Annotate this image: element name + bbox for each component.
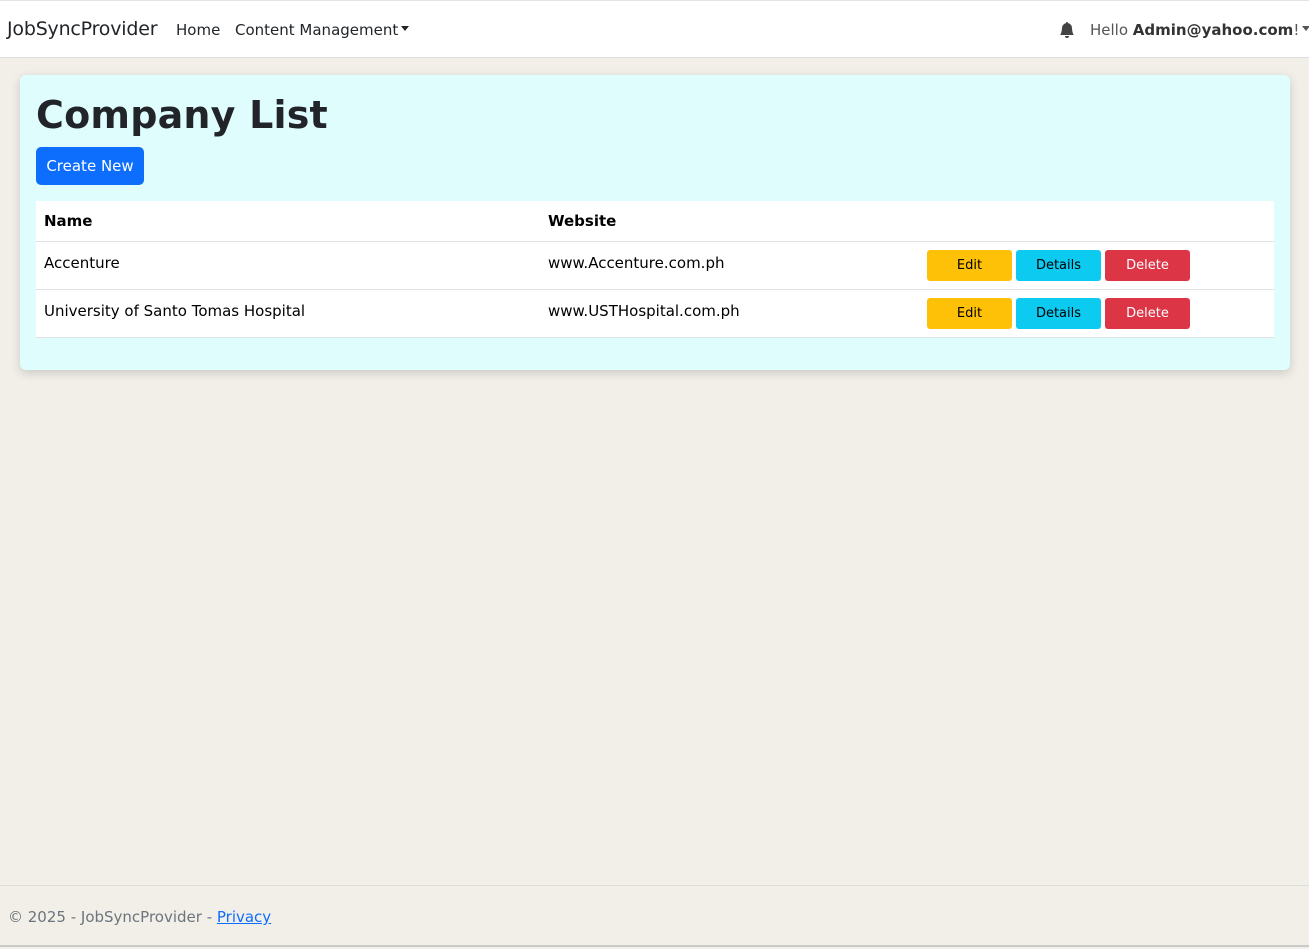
column-header-website: Website: [548, 212, 617, 230]
edit-button[interactable]: Edit: [927, 298, 1012, 329]
company-website-cell: www.Accenture.com.ph: [548, 254, 725, 272]
table-row: Accenture www.Accenture.com.ph Edit Deta…: [36, 242, 1274, 290]
page-footer: © 2025 - JobSyncProvider - Privacy: [0, 885, 1309, 947]
company-list-card: Company List Create New Name Website Acc…: [20, 75, 1290, 370]
copyright-text: © 2025 - JobSyncProvider -: [8, 908, 217, 926]
details-button[interactable]: Details: [1016, 250, 1101, 281]
chevron-down-icon: [1302, 26, 1309, 31]
row-actions: Edit Details Delete: [927, 298, 1190, 329]
delete-button[interactable]: Delete: [1105, 250, 1190, 281]
user-email: Admin@yahoo.com: [1132, 21, 1294, 39]
company-website-cell: www.USTHospital.com.ph: [548, 302, 740, 320]
greeting-suffix: !: [1293, 21, 1300, 39]
privacy-link[interactable]: Privacy: [217, 908, 271, 926]
company-name-cell: Accenture: [44, 254, 120, 272]
brand-link[interactable]: JobSyncProvider: [7, 18, 158, 40]
table-header-row: Name Website: [36, 201, 1274, 242]
chevron-down-icon: [401, 26, 410, 31]
company-name-cell: University of Santo Tomas Hospital: [44, 302, 306, 320]
details-button[interactable]: Details: [1016, 298, 1101, 329]
edit-button[interactable]: Edit: [927, 250, 1012, 281]
nav-content-management-dropdown[interactable]: Content Management: [235, 21, 410, 39]
greeting-prefix: Hello: [1090, 21, 1133, 39]
top-navbar: JobSyncProvider Home Content Management …: [0, 0, 1309, 58]
footer-text: © 2025 - JobSyncProvider - Privacy: [8, 908, 271, 926]
row-actions: Edit Details Delete: [927, 250, 1190, 281]
nav-home-link[interactable]: Home: [176, 21, 220, 39]
user-menu-dropdown[interactable]: Hello Admin@yahoo.com!: [1090, 21, 1309, 39]
nav-content-management-label: Content Management: [235, 21, 399, 39]
column-header-name: Name: [44, 212, 93, 230]
create-new-button[interactable]: Create New: [36, 147, 144, 185]
page-title: Company List: [36, 93, 328, 137]
delete-button[interactable]: Delete: [1105, 298, 1190, 329]
company-table: Name Website Accenture www.Accenture.com…: [36, 201, 1274, 338]
table-row: University of Santo Tomas Hospital www.U…: [36, 290, 1274, 338]
bell-icon[interactable]: [1059, 21, 1075, 38]
